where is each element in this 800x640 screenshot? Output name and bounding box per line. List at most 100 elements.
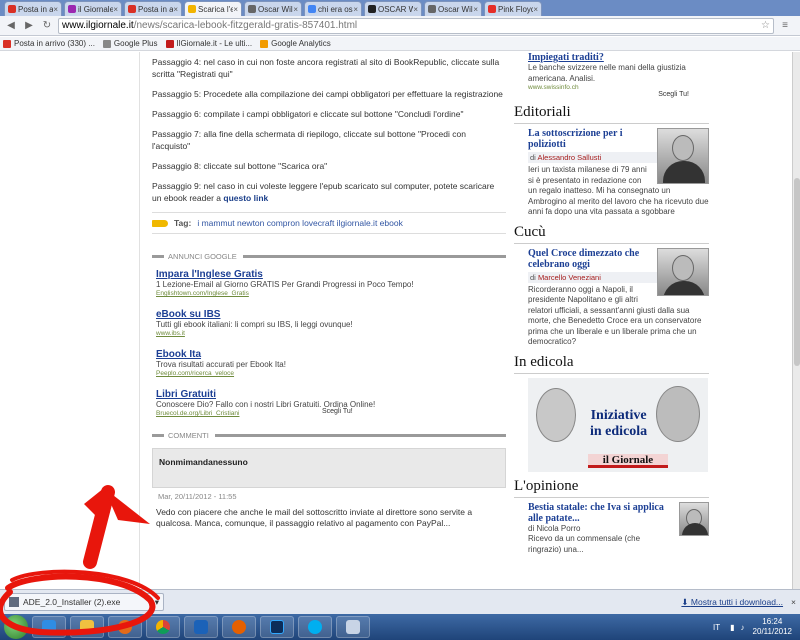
vertical-scrollbar[interactable]	[792, 52, 800, 589]
tags-label: Tag:	[174, 218, 192, 228]
top-ad-title[interactable]: Impiegati traditi?	[528, 52, 709, 63]
tab-favicon-icon	[428, 5, 436, 13]
top-ad-choices[interactable]: Scegli Tu!	[528, 91, 709, 98]
bookmark-1[interactable]: Google Plus	[102, 39, 158, 48]
comments-heading: COMMENTI	[152, 431, 506, 440]
browser-window: { "tabs": [ {"label": "Posta in arriv", …	[0, 0, 800, 640]
step-paragraph: Passaggio 7: alla fine della schermata d…	[152, 129, 466, 151]
taskbar-window-icon[interactable]	[336, 616, 370, 638]
wrench-menu-icon[interactable]: ≡	[778, 19, 792, 33]
tags-values[interactable]: i mammut newton compron lovecraft ilgior…	[197, 218, 403, 228]
tab-8[interactable]: Pink Floyd - ×	[484, 1, 542, 16]
ad-url[interactable]: Peeplo.com/ricerca_veloce	[156, 370, 506, 377]
tab-strip: Posta in arriv×il Giornale - t×Posta in …	[0, 0, 800, 16]
close-tab-icon[interactable]: ×	[173, 5, 178, 14]
tab-5[interactable]: chi era oscar×	[304, 1, 362, 16]
webpage: Passaggio 4: nel caso in cui non foste a…	[0, 52, 792, 589]
tab-0[interactable]: Posta in arriv×	[4, 1, 62, 16]
start-button[interactable]	[4, 615, 28, 639]
address-bar[interactable]: www.ilgiornale.it/news/scarica-lebook-fi…	[58, 17, 774, 34]
close-tab-icon[interactable]: ×	[53, 5, 58, 14]
ad-description: Tutti gli ebook italiani: li compri su I…	[156, 320, 353, 329]
tab-favicon-icon	[368, 5, 376, 13]
bookmark-0[interactable]: Posta in arrivo (330) ...	[3, 39, 95, 48]
tab-label: Oscar Wilde	[438, 4, 473, 14]
close-tab-icon[interactable]: ×	[293, 5, 298, 14]
bookmark-favicon-icon	[260, 39, 269, 48]
article-column: Passaggio 4: nel caso in cui non foste a…	[152, 52, 506, 529]
tray-network-icon[interactable]: ▮	[730, 623, 734, 632]
taskbar-chrome-icon[interactable]	[146, 616, 180, 638]
tab-1[interactable]: il Giornale - t×	[64, 1, 122, 16]
taskbar-skype-icon[interactable]	[298, 616, 332, 638]
tab-favicon-icon	[68, 5, 76, 13]
il-giornale-logo: il Giornale	[588, 453, 668, 468]
edicola-heading: In edicola	[514, 354, 709, 374]
ad-choices-link[interactable]: Scegli Tu!	[322, 408, 353, 415]
bookmark-favicon-icon	[165, 39, 174, 48]
opinione-heading: L'opinione	[514, 478, 709, 498]
close-download-bar-button[interactable]: ×	[791, 597, 796, 607]
tab-4[interactable]: Oscar Wilde×	[244, 1, 302, 16]
tab-6[interactable]: OSCAR WILD×	[364, 1, 422, 16]
download-menu-icon[interactable]: ▾	[155, 597, 159, 608]
bookmarks-bar: Posta in arrivo (330) ... Google Plus IlGi…	[0, 37, 800, 51]
ad-title[interactable]: Libri Gratuiti	[156, 389, 506, 400]
back-icon[interactable]: ◀	[4, 19, 18, 33]
language-indicator[interactable]: IT	[713, 623, 720, 632]
taskbar-media-icon[interactable]	[108, 616, 142, 638]
tab-2[interactable]: Posta in arriv×	[124, 1, 182, 16]
ad-item[interactable]: Impara l'Inglese Gratis 1 Lezione-Email a…	[156, 269, 506, 297]
comment-text: Vedo con piacere che anche le mail del s…	[156, 507, 473, 528]
bookmark-3[interactable]: Google Analytics	[260, 39, 331, 48]
tab-label: Posta in arriv	[138, 4, 174, 14]
address-host: www.ilgiornale.it	[62, 20, 134, 31]
close-tab-icon[interactable]: ×	[353, 5, 358, 14]
bookmark-favicon-icon	[102, 39, 111, 48]
cuccu-box: Quel Croce dimezzato che celebrano oggi …	[514, 247, 709, 348]
taskbar-explorer-icon[interactable]	[70, 616, 104, 638]
tab-7[interactable]: Oscar Wilde×	[424, 1, 482, 16]
tab-label: Pink Floyd -	[498, 4, 533, 14]
taskbar-photoshop-icon[interactable]	[260, 616, 294, 638]
tab-favicon-icon	[308, 5, 316, 13]
reload-icon[interactable]: ↻	[40, 19, 54, 33]
ad-title[interactable]: Ebook Ita	[156, 349, 506, 360]
ad-description: 1 Lezione-Email al Giorno GRATIS Per Gra…	[156, 280, 414, 289]
taskbar-firefox-icon[interactable]	[222, 616, 256, 638]
show-all-downloads-link[interactable]: ⬇ Mostra tutti i download...	[681, 597, 783, 608]
close-tab-icon[interactable]: ×	[113, 5, 118, 14]
ad-title[interactable]: Impara l'Inglese Gratis	[156, 269, 506, 280]
step-link[interactable]: questo link	[223, 193, 268, 203]
edicola-banner[interactable]: Iniziative in edicola il Giornale	[528, 377, 708, 472]
installer-file-icon	[9, 597, 19, 607]
bookmark-star-icon[interactable]: ☆	[761, 20, 770, 31]
step-paragraph: Passaggio 4: nel caso in cui non foste a…	[152, 57, 500, 79]
close-tab-icon[interactable]: ×	[473, 5, 478, 14]
download-item[interactable]: ADE_2.0_Installer (2).exe ▾	[4, 593, 164, 611]
right-sidebar: Impiegati traditi? Le banche svizzere ne…	[514, 52, 709, 555]
bookmark-2[interactable]: IlGiornale.it - Le ulti...	[165, 39, 252, 48]
tray-volume-icon[interactable]: ♪	[741, 623, 745, 632]
close-tab-icon[interactable]: ×	[233, 5, 238, 14]
tab-3[interactable]: Scarica l'ebo×	[184, 1, 242, 16]
ad-url[interactable]: Englishtown.com/Inglese_Gratis	[156, 290, 506, 297]
comment-author[interactable]: Nonmimandanessuno	[159, 457, 248, 467]
steps-list: Passaggio 4: nel caso in cui non foste a…	[152, 52, 506, 204]
tab-label: Posta in arriv	[18, 4, 54, 14]
ad-item[interactable]: Ebook Ita Trova risultati accurati per Eb…	[156, 349, 506, 377]
ad-title[interactable]: eBook su IBS	[156, 309, 506, 320]
ad-url[interactable]: www.ibs.it	[156, 330, 506, 337]
ads-list: Impara l'Inglese Gratis 1 Lezione-Email a…	[152, 269, 506, 417]
sidebar-top-ad: Impiegati traditi? Le banche svizzere ne…	[514, 52, 709, 98]
close-tab-icon[interactable]: ×	[413, 5, 418, 14]
taskbar-outlook-icon[interactable]	[184, 616, 218, 638]
taskbar-ie-icon[interactable]	[32, 616, 66, 638]
download-bar: ADE_2.0_Installer (2).exe ▾ ⬇ Mostra tut…	[0, 589, 800, 614]
top-ad-url[interactable]: www.swissinfo.ch	[528, 84, 709, 91]
clock[interactable]: 16:24 20/11/2012	[753, 617, 792, 637]
scrollbar-thumb[interactable]	[794, 178, 800, 366]
forward-icon[interactable]: ▶	[22, 19, 36, 33]
ad-item[interactable]: eBook su IBS Tutti gli ebook italiani: li…	[156, 309, 506, 337]
close-tab-icon[interactable]: ×	[533, 5, 538, 14]
